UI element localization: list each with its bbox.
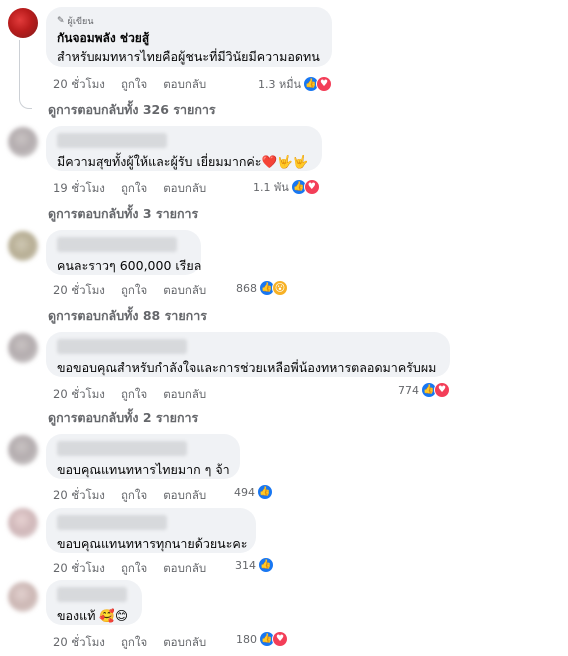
reply-button[interactable]: ตอบกลับ — [163, 180, 206, 198]
reaction-count: 494 — [234, 485, 255, 499]
redacted-author-name — [57, 237, 177, 252]
avatar[interactable] — [8, 333, 38, 363]
redacted-author-name — [57, 339, 187, 354]
comment-time[interactable]: 20 ชั่วโมง — [53, 76, 105, 94]
comment-actions: 20 ชั่วโมง ถูกใจ ตอบกลับ — [53, 634, 206, 652]
like-button[interactable]: ถูกใจ — [121, 386, 147, 404]
reaction-count: 774 — [398, 383, 419, 397]
love-icon: ♥ — [272, 631, 288, 647]
comment-bubble: ของแท้ 🥰😊 — [46, 580, 142, 625]
comment-text: ขอขอบคุณสำหรับกำลังใจและการช่วยเหลือพี่น… — [57, 360, 437, 375]
view-replies-link[interactable]: ดูการตอบกลับทั้ง 88 รายการ — [48, 306, 207, 326]
redacted-author-name — [57, 133, 167, 148]
redacted-author-name — [57, 441, 187, 456]
comment-bubble: ✎ ผู้เขียน กันจอมพลัง ช่วยสู้ สำหรับผมทห… — [46, 7, 332, 67]
comment-actions: 20 ชั่วโมง ถูกใจ ตอบกลับ — [53, 282, 206, 300]
like-button[interactable]: ถูกใจ — [121, 634, 147, 652]
comment-thread: ✎ ผู้เขียน กันจอมพลัง ช่วยสู้ สำหรับผมทห… — [0, 0, 568, 656]
wow-icon: 😮 — [272, 280, 288, 296]
comment-text: ขอบคุณแทนทหารไทยมาก ๆ จ้า — [57, 462, 230, 477]
reaction-summary[interactable]: 314 👍 — [235, 557, 274, 573]
like-button[interactable]: ถูกใจ — [121, 487, 147, 505]
comment-bubble: คนละราวๆ 600,000 เรียล — [46, 230, 201, 275]
reaction-count: 314 — [235, 558, 256, 572]
reply-button[interactable]: ตอบกลับ — [163, 386, 206, 404]
avatar[interactable] — [8, 582, 38, 612]
view-replies-link[interactable]: ดูการตอบกลับทั้ง 3 รายการ — [48, 204, 198, 224]
redacted-author-name — [57, 515, 167, 530]
avatar[interactable] — [8, 508, 38, 538]
like-icon: 👍 — [258, 557, 274, 573]
comment-bubble: ขอบคุณแทนทหารไทยมาก ๆ จ้า — [46, 434, 240, 479]
reaction-summary[interactable]: 868 👍 😮 — [236, 280, 288, 296]
like-icon: 👍 — [257, 484, 273, 500]
comment-actions: 19 ชั่วโมง ถูกใจ ตอบกลับ — [53, 180, 206, 198]
view-replies-link[interactable]: ดูการตอบกลับทั้ง 2 รายการ — [48, 408, 198, 428]
comment-actions: 20 ชั่วโมง ถูกใจ ตอบกลับ — [53, 560, 206, 578]
reaction-summary[interactable]: 774 👍 ♥ — [398, 382, 450, 398]
comment-text: ขอบคุณแทนทหารทุกนายด้วยนะคะ — [57, 536, 248, 551]
avatar[interactable] — [8, 435, 38, 465]
reply-button[interactable]: ตอบกลับ — [163, 487, 206, 505]
love-icon: ♥ — [316, 76, 333, 92]
reply-button[interactable]: ตอบกลับ — [163, 634, 206, 652]
like-button[interactable]: ถูกใจ — [121, 282, 147, 300]
avatar[interactable] — [8, 127, 38, 157]
comment-bubble: ขอขอบคุณสำหรับกำลังใจและการช่วยเหลือพี่น… — [46, 332, 450, 377]
comment-text: มีความสุขทั้งผู้ให้และผู้รับ เยี่ยมมากค่… — [57, 154, 309, 169]
comment-actions: 20 ชั่วโมง ถูกใจ ตอบกลับ — [53, 386, 206, 404]
like-button[interactable]: ถูกใจ — [121, 180, 147, 198]
avatar[interactable] — [8, 8, 38, 38]
like-button[interactable]: ถูกใจ — [121, 560, 147, 578]
comment-time[interactable]: 20 ชั่วโมง — [53, 487, 105, 505]
comment-text: คนละราวๆ 600,000 เรียล — [57, 258, 202, 273]
reaction-count: 868 — [236, 281, 257, 295]
comment-time[interactable]: 20 ชั่วโมง — [53, 634, 105, 652]
comment-time[interactable]: 20 ชั่วโมง — [53, 386, 105, 404]
like-button[interactable]: ถูกใจ — [121, 76, 147, 94]
reaction-summary[interactable]: 1.3 หมื่น 👍 ♥ — [258, 75, 333, 93]
avatar[interactable] — [8, 231, 38, 261]
redacted-author-name — [57, 587, 127, 602]
reaction-summary[interactable]: 1.1 พัน 👍 ♥ — [253, 178, 320, 196]
comment-time[interactable]: 20 ชั่วโมง — [53, 282, 105, 300]
comment-actions: 20 ชั่วโมง ถูกใจ ตอบกลับ — [53, 76, 206, 94]
pencil-icon: ✎ — [57, 16, 65, 26]
comment-author[interactable]: กันจอมพลัง ช่วยสู้ — [57, 29, 321, 48]
comment-time[interactable]: 19 ชั่วโมง — [53, 180, 105, 198]
comment-bubble: มีความสุขทั้งผู้ให้และผู้รับ เยี่ยมมากค่… — [46, 126, 322, 171]
reaction-count: 1.3 หมื่น — [258, 78, 302, 91]
comment-actions: 20 ชั่วโมง ถูกใจ ตอบกลับ — [53, 487, 206, 505]
author-badge-label: ผู้เขียน — [67, 17, 94, 27]
reaction-count: 180 — [236, 632, 257, 646]
reply-connector — [19, 40, 32, 109]
comment-text: ของแท้ 🥰😊 — [57, 608, 129, 623]
reply-button[interactable]: ตอบกลับ — [163, 282, 206, 300]
comment-text: สำหรับผมทหารไทยคือผู้ชนะที่มีวินัยมีความ… — [57, 49, 320, 64]
reply-button[interactable]: ตอบกลับ — [163, 560, 206, 578]
love-icon: ♥ — [434, 382, 450, 398]
love-icon: ♥ — [303, 179, 320, 195]
reply-button[interactable]: ตอบกลับ — [163, 76, 206, 94]
reaction-count: 1.1 พัน — [253, 181, 289, 194]
reaction-summary[interactable]: 180 👍 ♥ — [236, 631, 288, 647]
author-badge: ✎ ผู้เขียน — [57, 14, 321, 28]
reaction-summary[interactable]: 494 👍 — [234, 484, 273, 500]
comment-bubble: ขอบคุณแทนทหารทุกนายด้วยนะคะ — [46, 508, 256, 553]
comment-time[interactable]: 20 ชั่วโมง — [53, 560, 105, 578]
view-replies-link[interactable]: ดูการตอบกลับทั้ง 326 รายการ — [48, 100, 216, 120]
